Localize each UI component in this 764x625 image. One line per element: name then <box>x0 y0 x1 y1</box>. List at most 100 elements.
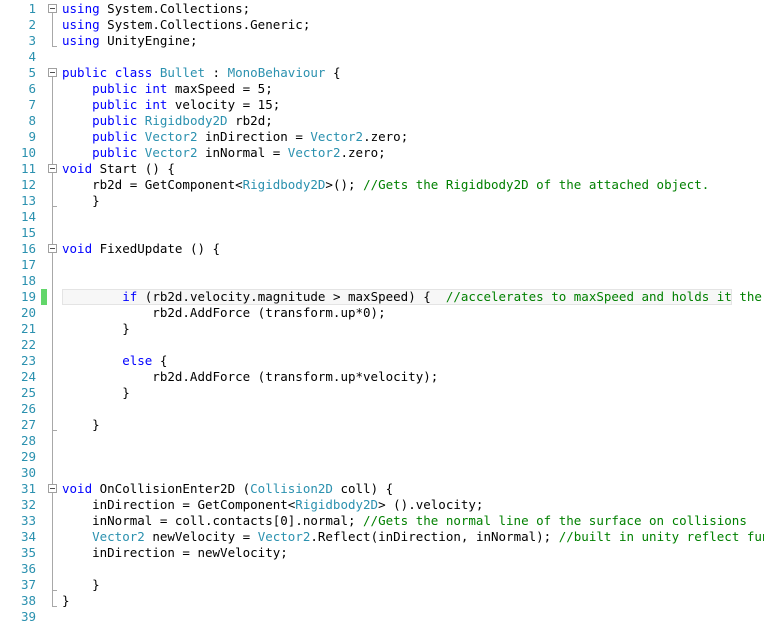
line-number: 5 <box>28 65 36 80</box>
code-token-pln <box>137 113 145 128</box>
line-number: 31 <box>20 481 36 496</box>
code-token-pln: rb2d = GetComponent< <box>62 177 243 192</box>
code-token-kw: using <box>62 33 100 48</box>
code-token-pln: { <box>325 65 341 80</box>
code-token-kw: public <box>92 97 138 112</box>
code-line[interactable]: inNormal = coll.contacts[0].normal; //Ge… <box>62 513 747 529</box>
code-token-kw: using <box>62 1 100 16</box>
code-line[interactable]: if (rb2d.velocity.magnitude > maxSpeed) … <box>62 289 764 305</box>
code-line[interactable]: rb2d.AddForce (transform.up*0); <box>62 305 385 321</box>
code-line[interactable]: inDirection = GetComponent<Rigidbody2D> … <box>62 497 483 513</box>
code-token-pln <box>62 145 92 160</box>
line-number: 1 <box>28 1 36 16</box>
code-token-pln: UnityEngine; <box>99 33 198 48</box>
line-number: 13 <box>20 193 36 208</box>
code-editor[interactable]: 1 2 3 4 5 6 7 8 9 10 11 12 13 14 15 16 17 18 19 20 21 22 23 24 2… <box>0 0 764 624</box>
code-token-pln: .zero; <box>363 129 409 144</box>
code-line[interactable]: inDirection = newVelocity; <box>62 545 288 561</box>
code-token-pln: } <box>62 385 130 400</box>
line-number: 12 <box>20 177 36 192</box>
line-number: 26 <box>20 401 36 416</box>
line-number: 4 <box>28 49 36 64</box>
code-line[interactable]: } <box>62 593 70 609</box>
line-number: 34 <box>20 529 36 544</box>
code-token-pln: Start () { <box>92 161 175 176</box>
code-line[interactable]: public int maxSpeed = 5; <box>62 81 273 97</box>
code-token-pln <box>152 65 160 80</box>
line-number: 23 <box>20 353 36 368</box>
line-number: 8 <box>28 113 36 128</box>
code-token-cmt: //built in unity reflect function <box>558 529 764 544</box>
code-token-pln: : <box>205 65 228 80</box>
line-number: 22 <box>20 337 36 352</box>
code-token-cmt: //Gets the Rigidbody2D of the attached o… <box>363 177 710 192</box>
code-line[interactable]: public int velocity = 15; <box>62 97 280 113</box>
line-number: 3 <box>28 33 36 48</box>
line-number: 20 <box>20 305 36 320</box>
code-token-kw: public <box>92 81 138 96</box>
code-token-typ: Vector2 <box>257 529 311 544</box>
line-number: 15 <box>20 225 36 240</box>
code-line[interactable]: using System.Collections; <box>62 1 250 17</box>
line-number: 30 <box>20 465 36 480</box>
code-token-pln <box>62 289 122 304</box>
code-line[interactable]: public class Bullet : MonoBehaviour { <box>62 65 341 81</box>
code-token-pln: inDirection = newVelocity; <box>62 545 288 560</box>
code-token-kw: void <box>62 241 93 256</box>
code-token-typ: Vector2 <box>144 129 198 144</box>
line-number: 21 <box>20 321 36 336</box>
code-text-area[interactable]: using System.Collections; using System.Co… <box>62 0 764 612</box>
fold-toggle-minus-icon[interactable] <box>48 68 57 77</box>
code-line[interactable]: Vector2 newVelocity = Vector2.Reflect(in… <box>62 529 764 545</box>
code-line[interactable]: } <box>62 577 100 593</box>
code-token-kw: int <box>144 97 168 112</box>
code-folding-column[interactable] <box>48 0 62 612</box>
line-number: 18 <box>20 273 36 288</box>
code-line[interactable]: using UnityEngine; <box>62 33 197 49</box>
line-number: 19 <box>20 289 36 304</box>
code-line[interactable]: void OnCollisionEnter2D (Collision2D col… <box>62 481 393 497</box>
fold-guide-end-tick <box>52 590 57 591</box>
code-line[interactable]: void FixedUpdate () { <box>62 241 220 257</box>
line-number: 33 <box>20 513 36 528</box>
code-token-typ: Rigidbody2D <box>242 177 326 192</box>
fold-guide-end-tick <box>52 606 57 607</box>
fold-toggle-minus-icon[interactable] <box>48 484 57 493</box>
code-token-kw: int <box>144 81 168 96</box>
code-line[interactable]: else { <box>62 353 167 369</box>
code-token-pln: rb2d; <box>227 113 273 128</box>
code-token-typ: Vector2 <box>287 145 341 160</box>
code-line[interactable]: rb2d = GetComponent<Rigidbody2D>(); //Ge… <box>62 177 709 193</box>
fold-guide-line <box>52 251 53 430</box>
code-line[interactable]: } <box>62 321 130 337</box>
line-number: 32 <box>20 497 36 512</box>
code-line[interactable]: } <box>62 193 100 209</box>
line-number: 16 <box>20 241 36 256</box>
line-number: 27 <box>20 417 36 432</box>
code-line[interactable]: public Vector2 inNormal = Vector2.zero; <box>62 145 386 161</box>
code-token-typ: Rigidbody2D <box>295 497 379 512</box>
fold-toggle-minus-icon[interactable] <box>48 4 57 13</box>
fold-toggle-minus-icon[interactable] <box>48 244 57 253</box>
line-number: 9 <box>28 129 36 144</box>
code-line[interactable]: void Start () { <box>62 161 175 177</box>
code-token-pln: velocity = 15; <box>167 97 281 112</box>
code-token-pln: } <box>62 593 70 608</box>
code-token-pln: System.Collections.Generic; <box>99 17 311 32</box>
code-line[interactable]: } <box>62 385 130 401</box>
code-token-kw: else <box>122 353 153 368</box>
code-line[interactable]: } <box>62 417 100 433</box>
code-token-pln: inDirection = <box>197 129 311 144</box>
code-line[interactable]: public Rigidbody2D rb2d; <box>62 113 273 129</box>
code-line[interactable]: rb2d.AddForce (transform.up*velocity); <box>62 369 438 385</box>
fold-toggle-minus-icon[interactable] <box>48 164 57 173</box>
code-token-pln <box>62 353 122 368</box>
code-token-pln: inNormal = <box>197 145 288 160</box>
code-line[interactable]: using System.Collections.Generic; <box>62 17 310 33</box>
code-token-pln: { <box>152 353 168 368</box>
line-number: 29 <box>20 449 36 464</box>
code-token-typ: Collision2D <box>250 481 333 496</box>
code-token-pln: } <box>62 193 100 208</box>
code-line[interactable]: public Vector2 inDirection = Vector2.zer… <box>62 129 408 145</box>
line-number-gutter: 1 2 3 4 5 6 7 8 9 10 11 12 13 14 15 16 17 18 19 20 21 22 23 24 2… <box>0 0 40 624</box>
